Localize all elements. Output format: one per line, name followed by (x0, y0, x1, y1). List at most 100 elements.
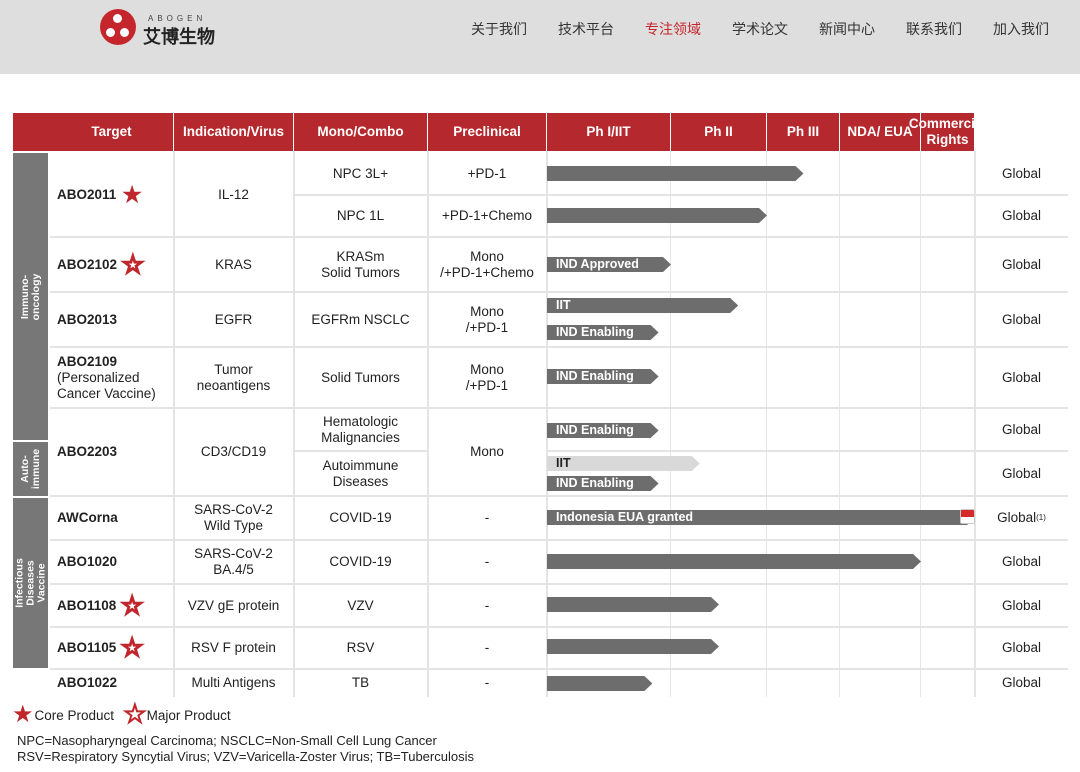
cell-text: - (484, 675, 490, 690)
column-divider (293, 151, 295, 697)
pipeline-progress-bar: IND Enabling (547, 423, 659, 438)
product-name-5[interactable]: AWCorna (57, 496, 169, 540)
cell-text: Mono /+PD-1 (465, 303, 509, 335)
rights-cell: Global (975, 292, 1068, 347)
row-divider (50, 583, 1068, 585)
category-label: Infectious Diseases Vaccine (13, 498, 48, 668)
column-divider (974, 151, 976, 697)
product-name-6[interactable]: ABO1020 (57, 540, 169, 584)
cell-text: NPC 1L (336, 208, 385, 223)
cell-text: Global (1001, 208, 1042, 223)
cell-text: Preclinical (453, 124, 521, 139)
product-name-text: ABO1020 (57, 554, 118, 569)
row-divider (50, 236, 1068, 238)
cell-text: - (484, 597, 490, 613)
column-header: Ph I/IIT (547, 113, 670, 151)
combo-cell: - (428, 540, 546, 584)
product-name-3[interactable]: ABO2109 (Personalized Cancer Vaccine) (57, 347, 169, 408)
row-divider (50, 291, 1068, 293)
target-cell: Multi Antigens (174, 669, 293, 697)
product-name-9[interactable]: ABO1022 (57, 669, 169, 697)
combo-cell: - (428, 584, 546, 627)
row-divider (50, 495, 1068, 497)
cell-text: +PD-1 (467, 166, 507, 181)
rights-cell: Global (975, 451, 1068, 496)
major-product-star-icon: ★ (121, 635, 143, 660)
category-label-text: Immuno-oncology (18, 273, 42, 320)
cell-text: RSV F protein (191, 640, 276, 655)
target-cell: IL-12 (174, 153, 293, 237)
indication-cell: RSV (294, 627, 427, 669)
cell-text: - (484, 640, 490, 655)
product-name-1[interactable]: ABO2102 ★ (57, 237, 169, 292)
target-cell: VZV gE protein (174, 584, 293, 627)
indication-cell: Hematologic Malignancies (294, 408, 427, 451)
combo-cell: - (428, 496, 546, 540)
bar-label: IND Enabling (556, 325, 634, 339)
combo-cell: +PD-1+Chemo (428, 195, 546, 237)
rights-cell: Global (975, 195, 1068, 237)
indication-cell: NPC 1L (294, 195, 427, 237)
legend-major-label: Major Product (146, 707, 231, 723)
target-cell: SARS-CoV-2 BA.4/5 (174, 540, 293, 584)
indication-cell: Autoimmune Diseases (294, 451, 427, 496)
cell-text: Ph III (786, 124, 820, 139)
product-name-text: ABO1022 (57, 675, 118, 690)
pipeline-progress-bar (547, 554, 921, 569)
target-cell: EGFR (174, 292, 293, 347)
category-label-text: Auto- immune (18, 448, 42, 490)
indication-cell: Solid Tumors (294, 347, 427, 408)
cell-text: Global (1001, 369, 1042, 385)
pipeline-progress-bar: Indonesia EUA granted (547, 510, 975, 525)
column-header: Preclinical (428, 113, 546, 151)
rights-cell: Global (975, 669, 1068, 697)
subrow-divider (294, 194, 427, 196)
cell-text: NPC 3L+ (332, 166, 389, 181)
rights-cell: Global (975, 540, 1068, 584)
phase-gridline (766, 151, 767, 697)
cell-text: Mono/Combo (317, 124, 404, 139)
cell-text: Commercial Rights (908, 116, 987, 147)
cell-text: Global (1001, 675, 1042, 690)
cell-text: Global (1001, 311, 1042, 327)
target-cell: SARS-CoV-2 Wild Type (174, 496, 293, 540)
cell-text: Global (1001, 166, 1042, 181)
bar-label: IND Enabling (556, 476, 634, 490)
pipeline-progress-bar: IND Enabling (547, 476, 659, 491)
product-name-0[interactable]: ABO2011 ★ (57, 153, 169, 237)
cell-text: COVID-19 (329, 554, 392, 569)
cell-text: TB (351, 675, 370, 690)
pipeline-table: ProductTargetIndication/VirusMono/ComboP… (0, 0, 1080, 772)
product-name-2[interactable]: ABO2013 (57, 292, 169, 347)
pipeline-progress-bar: IIT (547, 456, 700, 471)
cell-text: NDA/ EUA (847, 124, 913, 139)
category-label-text: Infectious Diseases Vaccine (13, 558, 47, 608)
product-name-8[interactable]: ABO1105 ★ (57, 627, 169, 669)
bar-label: IND Enabling (556, 423, 634, 437)
product-name-text: ABO2203 (57, 444, 118, 459)
target-cell: Tumor neoantigens (174, 347, 293, 408)
major-product-star-icon: ★ (122, 251, 144, 277)
product-name-text: ABO2011 (57, 187, 117, 202)
phase-gridline (670, 151, 671, 697)
row-divider (50, 626, 1068, 628)
cell-text: KRASm Solid Tumors (321, 248, 400, 280)
combo-cell: - (428, 627, 546, 669)
cell-text: SARS-CoV-2 Wild Type (194, 502, 273, 533)
pipeline-progress-bar: IND Enabling (547, 325, 659, 340)
rights-cell: Global (975, 408, 1068, 451)
indication-cell: KRASm Solid Tumors (294, 237, 427, 292)
target-cell: CD3/CD19 (174, 408, 293, 496)
cell-text: KRAS (215, 256, 252, 272)
cell-text: Target (91, 124, 132, 139)
indication-cell: COVID-19 (294, 496, 427, 540)
product-name-7[interactable]: ABO1108 ★ (57, 584, 169, 627)
combo-cell: Mono (428, 408, 546, 496)
category-label: Immuno-oncology (13, 153, 48, 440)
product-name-text: ABO2109 (Personalized Cancer Vaccine) (57, 353, 156, 401)
rights-cell: Global (975, 237, 1068, 292)
pipeline-progress-bar: IIT (547, 298, 738, 313)
subrow-divider (975, 450, 1068, 452)
product-name-4[interactable]: ABO2203 (57, 408, 169, 496)
cell-text: Mono /+PD-1 (465, 361, 509, 393)
